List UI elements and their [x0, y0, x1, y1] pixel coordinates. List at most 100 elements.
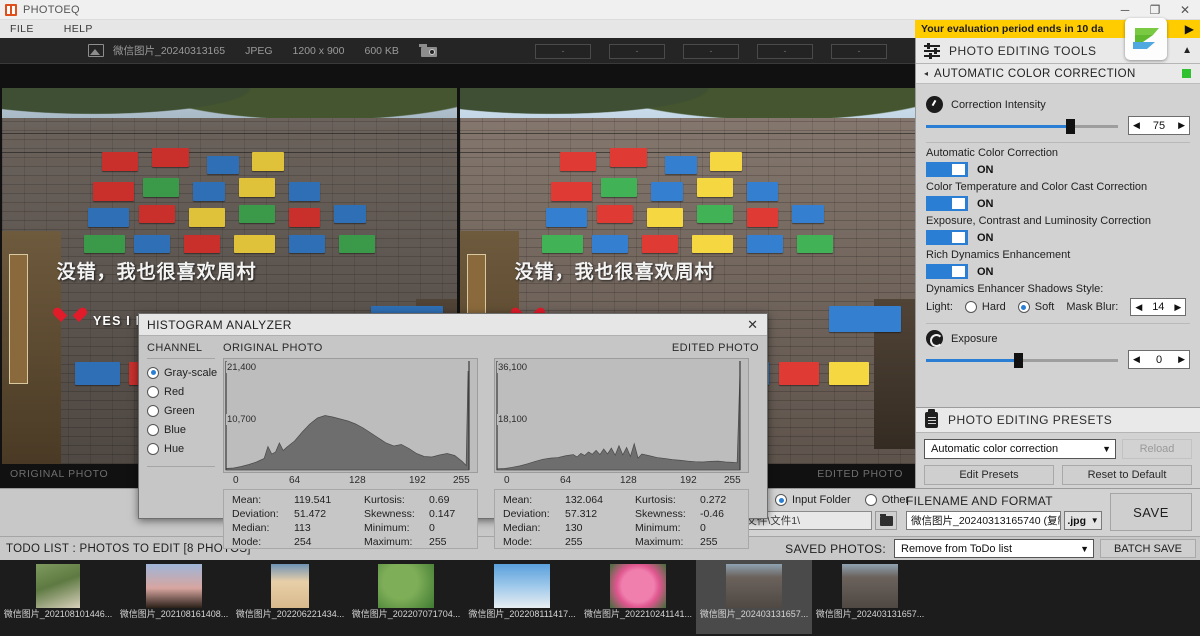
mask-blur-stepper[interactable]: ◀ 14 ▶: [1130, 298, 1187, 316]
mask-blur-left-arrow-icon[interactable]: ◀: [1135, 302, 1142, 313]
thumbnail-image: [271, 564, 309, 608]
toggle-row-color-temp[interactable]: ON: [926, 196, 1190, 211]
presets-title: PHOTO EDITING PRESETS: [948, 413, 1113, 427]
thumbnail-label: 微信图片_202210241141...: [584, 609, 692, 619]
saved-photos-chevron-down-icon: ▼: [1080, 543, 1089, 554]
camera-exif-icon[interactable]: [418, 44, 437, 57]
file-dimensions: 1200 x 900: [292, 44, 345, 57]
stepper-right-arrow-icon[interactable]: ▶: [1178, 120, 1185, 131]
original-mean-value: 119.541: [294, 494, 332, 506]
evaluation-text: Your evaluation period ends in 10 da: [921, 23, 1104, 35]
list-item[interactable]: 微信图片_202403131657...: [812, 560, 928, 634]
toggle-row-exposure-contrast[interactable]: ON: [926, 230, 1190, 245]
radio-input-folder[interactable]: [775, 494, 787, 506]
edited-xtick-128: 128: [620, 475, 637, 486]
toggle-color-temp[interactable]: [926, 196, 968, 211]
exposure-stepper[interactable]: ◀ 0 ▶: [1128, 350, 1190, 369]
radio-red[interactable]: [147, 385, 159, 398]
correction-intensity-slider[interactable]: [926, 118, 1118, 134]
toggle-auto-color[interactable]: [926, 162, 968, 177]
edit-presets-button[interactable]: Edit Presets: [924, 465, 1054, 485]
toggle-row-rich-dynamics[interactable]: ON: [926, 264, 1190, 279]
maximize-button[interactable]: ❐: [1140, 0, 1170, 20]
mask-blur-label: Mask Blur:: [1066, 301, 1119, 313]
thumbnail-filmstrip: 微信图片_202108101446... 微信图片_202108161408..…: [0, 560, 1200, 636]
banner-next-arrow-icon[interactable]: ▶: [1185, 22, 1194, 36]
channel-option-grayscale[interactable]: Gray-scale: [147, 363, 217, 382]
shadows-style-row: Light: Hard Soft Mask Blur: ◀ 14 ▶: [926, 298, 1190, 316]
exposure-left-arrow-icon[interactable]: ◀: [1133, 354, 1140, 365]
list-item-selected[interactable]: 微信图片_202403131657...: [696, 560, 812, 634]
menu-item-file[interactable]: FILE: [10, 23, 46, 35]
channel-option-hue[interactable]: Hue: [147, 439, 217, 458]
edited-xtick-192: 192: [680, 475, 697, 486]
original-stat-labels-left: Mean: Deviation: Median: Mode:: [232, 494, 279, 548]
batch-save-button[interactable]: BATCH SAVE: [1100, 539, 1196, 558]
todo-list-label: TODO LIST : PHOTOS TO EDIT [8 PHOTOS]: [6, 542, 251, 555]
close-button[interactable]: ✕: [1170, 0, 1200, 20]
list-item[interactable]: 微信图片_202207071704...: [348, 560, 464, 634]
channel-label-blue: Blue: [164, 423, 187, 436]
radio-green[interactable]: [147, 404, 159, 417]
divider-2: [926, 323, 1190, 324]
radio-hard[interactable]: [964, 301, 977, 313]
preset-selected-value: Automatic color correction: [931, 443, 1059, 455]
status-badge-enabled: [1182, 69, 1191, 78]
browse-folder-button[interactable]: [875, 511, 897, 530]
edited-skewness-value: -0.46: [700, 508, 724, 520]
toggle-row-auto-color[interactable]: ON: [926, 162, 1190, 177]
sliders-icon: [924, 42, 940, 59]
thumbnail-label: 微信图片_202403131657...: [815, 609, 925, 619]
top-button-2[interactable]: -: [609, 43, 665, 59]
channel-option-red[interactable]: Red: [147, 382, 217, 401]
acc-section-body: Correction Intensity ◀ 75 ▶ Automatic Co…: [916, 84, 1200, 375]
top-button-4[interactable]: -: [757, 43, 813, 59]
edited-photo-label: EDITED PHOTO: [817, 468, 903, 480]
original-xtick-64: 64: [289, 475, 301, 486]
original-kurtosis-value: 0.69: [429, 494, 450, 506]
chevron-up-icon[interactable]: ▲: [1182, 45, 1192, 56]
list-item[interactable]: 微信图片_202208111417...: [464, 560, 580, 634]
destination-radio-group: Input Folder Other: [775, 494, 909, 506]
correction-intensity-stepper[interactable]: ◀ 75 ▶: [1128, 116, 1190, 135]
toggle-exposure-contrast[interactable]: [926, 230, 968, 245]
stepper-left-arrow-icon[interactable]: ◀: [1133, 120, 1140, 131]
radio-other[interactable]: [864, 494, 877, 506]
channel-option-blue[interactable]: Blue: [147, 420, 217, 439]
exposure-right-arrow-icon[interactable]: ▶: [1178, 354, 1185, 365]
exposure-slider[interactable]: [926, 352, 1118, 368]
reload-button[interactable]: Reload: [1122, 439, 1192, 459]
title-bar: PHOTOEQ ─ ❐ ✕: [0, 0, 1200, 20]
radio-hue[interactable]: [147, 442, 159, 455]
radio-soft[interactable]: [1017, 301, 1030, 313]
minimize-button[interactable]: ─: [1110, 0, 1140, 20]
top-button-1[interactable]: -: [535, 43, 591, 59]
filename-input[interactable]: 微信图片_20240313165740 (复制: [906, 511, 1061, 530]
photo-editing-presets-header[interactable]: PHOTO EDITING PRESETS: [916, 407, 1200, 433]
list-item[interactable]: 微信图片_202206221434...: [232, 560, 348, 634]
save-button[interactable]: SAVE: [1110, 493, 1192, 531]
divider: [147, 358, 215, 359]
close-icon[interactable]: ✕: [747, 317, 758, 333]
list-item[interactable]: 微信图片_202108161408...: [116, 560, 232, 634]
channel-option-green[interactable]: Green: [147, 401, 217, 420]
radio-grayscale[interactable]: [147, 366, 159, 379]
top-action-buttons: - - - - -: [535, 38, 887, 64]
top-button-5[interactable]: -: [831, 43, 887, 59]
original-xtick-192: 192: [409, 475, 426, 486]
radio-blue[interactable]: [147, 423, 159, 436]
edited-minimum-value: 0: [700, 522, 706, 534]
edited-x-axis: 0 64 128 192 255: [494, 475, 749, 489]
reset-to-default-button[interactable]: Reset to Default: [1062, 465, 1192, 485]
list-item[interactable]: 微信图片_202210241141...: [580, 560, 696, 634]
edited-stat-values-right: 0.272 -0.46 0 255: [700, 493, 726, 549]
toggle-rich-dynamics[interactable]: [926, 264, 968, 279]
list-item[interactable]: 微信图片_202108101446...: [0, 560, 116, 634]
saved-photos-select[interactable]: Remove from ToDo list ▼: [894, 539, 1094, 558]
mask-blur-right-arrow-icon[interactable]: ▶: [1174, 302, 1181, 313]
top-button-3[interactable]: -: [683, 43, 739, 59]
preset-select[interactable]: Automatic color correction ▼: [924, 439, 1116, 459]
menu-item-help[interactable]: HELP: [64, 23, 105, 35]
format-select[interactable]: .jpg ▼: [1064, 511, 1102, 530]
automatic-color-correction-header[interactable]: ◂ AUTOMATIC COLOR CORRECTION: [916, 64, 1200, 84]
